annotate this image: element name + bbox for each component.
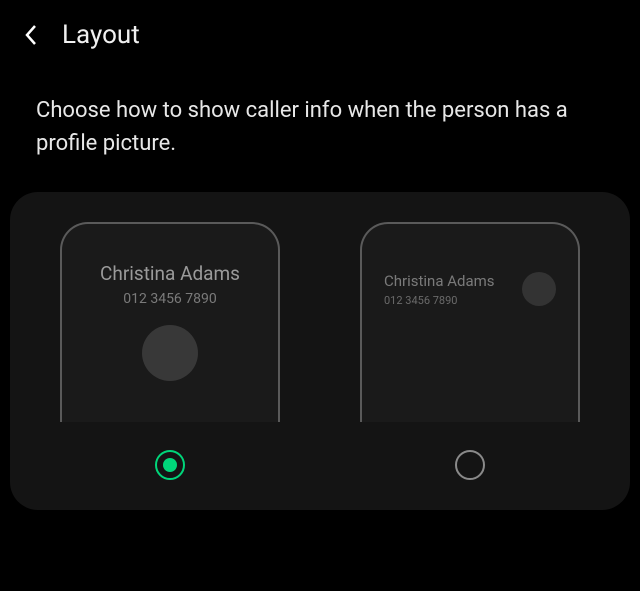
description-text: Choose how to show caller info when the …	[0, 70, 640, 192]
radio-unselected-icon[interactable]	[455, 450, 485, 480]
page-title: Layout	[62, 20, 140, 50]
layout-option-topleft[interactable]: Christina Adams 012 3456 7890	[360, 222, 580, 480]
layout-option-centered[interactable]: Christina Adams 012 3456 7890	[60, 222, 280, 480]
caller-number: 012 3456 7890	[123, 291, 217, 307]
radio-selected-icon[interactable]	[155, 450, 185, 480]
caller-name: Christina Adams	[100, 262, 240, 285]
phone-preview-centered: Christina Adams 012 3456 7890	[60, 222, 280, 422]
back-icon[interactable]	[24, 23, 38, 47]
avatar-icon	[522, 272, 556, 306]
header: Layout	[0, 0, 640, 70]
layout-options-panel: Christina Adams 012 3456 7890 Christina …	[10, 192, 630, 510]
avatar-icon	[142, 325, 198, 381]
phone-preview-topleft: Christina Adams 012 3456 7890	[360, 222, 580, 422]
